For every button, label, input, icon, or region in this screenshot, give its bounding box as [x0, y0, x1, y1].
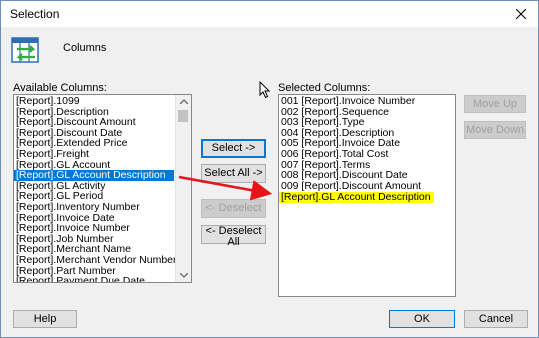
columns-header-label: Columns	[63, 42, 107, 54]
available-list-item[interactable]: [Report].Freight	[14, 149, 174, 160]
available-list-item[interactable]: [Report].Payment Due Date	[14, 276, 174, 282]
scroll-up-button[interactable]	[176, 95, 191, 108]
available-columns-list[interactable]: [Report].1099 [Report].Description [Report…	[13, 94, 192, 283]
selection-dialog: Selection Columns Available Columns: Sel…	[0, 0, 539, 338]
available-list-item[interactable]: [Report].Inventory Number	[14, 202, 174, 213]
title-bar: Selection	[1, 1, 538, 27]
chevron-down-icon	[179, 273, 188, 278]
close-button[interactable]	[504, 1, 538, 27]
ok-button[interactable]: OK	[389, 310, 455, 328]
selected-list-item[interactable]: 001 [Report].Invoice Number	[279, 96, 454, 107]
available-columns-label: Available Columns:	[13, 82, 107, 94]
selected-list-item[interactable]: 009 [Report].Discount Amount	[279, 181, 454, 192]
mouse-pointer-icon	[259, 81, 271, 99]
scroll-down-button[interactable]	[176, 269, 191, 282]
deselect-all-button[interactable]: <- Deselect All	[201, 225, 266, 248]
select-button[interactable]: Select ->	[201, 139, 266, 158]
select-all-button[interactable]: Select All ->	[201, 164, 266, 183]
window-title: Selection	[10, 7, 60, 21]
move-up-button[interactable]: Move Up	[464, 95, 526, 113]
available-list-item[interactable]: [Report].1099	[14, 96, 174, 107]
scroll-thumb[interactable]	[178, 110, 188, 122]
move-down-button[interactable]: Move Down	[464, 121, 526, 139]
selected-columns-list[interactable]: 001 [Report].Invoice Number 002 [Report].…	[278, 94, 456, 297]
deselect-button[interactable]: <- Deselect	[201, 199, 266, 218]
selected-columns-label: Selected Columns:	[278, 82, 371, 94]
available-list-item[interactable]: [Report].Merchant Vendor Number	[14, 255, 177, 266]
chevron-up-icon	[179, 99, 188, 104]
help-button[interactable]: Help	[13, 310, 77, 328]
close-icon	[516, 9, 526, 19]
selected-list-item[interactable]: 006 [Report].Total Cost	[279, 149, 454, 160]
available-scrollbar[interactable]	[175, 95, 191, 282]
columns-icon	[11, 37, 39, 63]
cancel-button[interactable]: Cancel	[464, 310, 528, 328]
selected-list-item[interactable]: [Report].GL Account Description	[279, 192, 434, 203]
